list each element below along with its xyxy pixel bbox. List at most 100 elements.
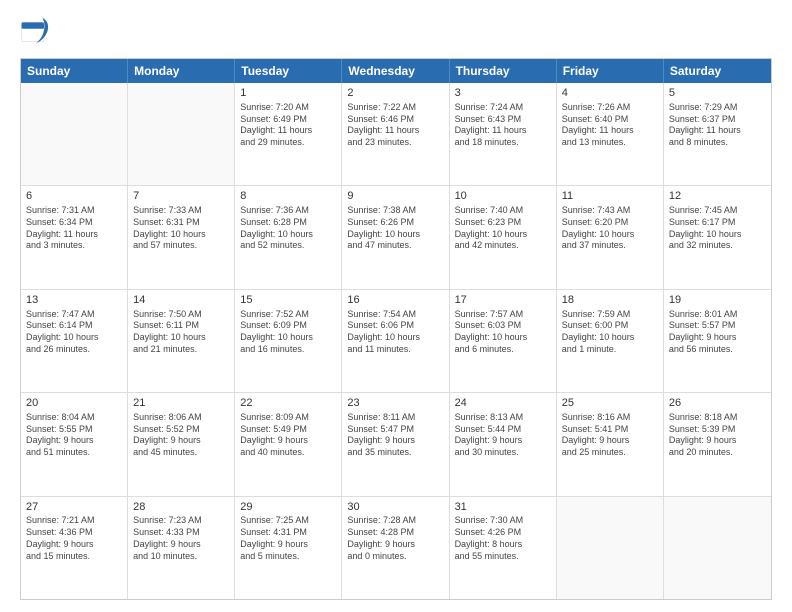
- day-number: 2: [347, 86, 443, 101]
- day-cell-30: 30Sunrise: 7:28 AM Sunset: 4:28 PM Dayli…: [342, 497, 449, 599]
- day-number: 17: [455, 293, 551, 308]
- day-cell-6: 6Sunrise: 7:31 AM Sunset: 6:34 PM Daylig…: [21, 186, 128, 288]
- day-cell-11: 11Sunrise: 7:43 AM Sunset: 6:20 PM Dayli…: [557, 186, 664, 288]
- day-number: 16: [347, 293, 443, 308]
- day-number: 1: [240, 86, 336, 101]
- day-number: 21: [133, 396, 229, 411]
- calendar-body: 1Sunrise: 7:20 AM Sunset: 6:49 PM Daylig…: [21, 83, 771, 599]
- day-number: 13: [26, 293, 122, 308]
- day-cell-1: 1Sunrise: 7:20 AM Sunset: 6:49 PM Daylig…: [235, 83, 342, 185]
- day-cell-5: 5Sunrise: 7:29 AM Sunset: 6:37 PM Daylig…: [664, 83, 771, 185]
- day-info: Sunrise: 8:04 AM Sunset: 5:55 PM Dayligh…: [26, 412, 122, 459]
- day-info: Sunrise: 7:23 AM Sunset: 4:33 PM Dayligh…: [133, 515, 229, 562]
- calendar-week-5: 27Sunrise: 7:21 AM Sunset: 4:36 PM Dayli…: [21, 497, 771, 599]
- calendar-week-1: 1Sunrise: 7:20 AM Sunset: 6:49 PM Daylig…: [21, 83, 771, 186]
- day-info: Sunrise: 8:11 AM Sunset: 5:47 PM Dayligh…: [347, 412, 443, 459]
- day-cell-10: 10Sunrise: 7:40 AM Sunset: 6:23 PM Dayli…: [450, 186, 557, 288]
- day-header-saturday: Saturday: [664, 59, 771, 83]
- day-cell-21: 21Sunrise: 8:06 AM Sunset: 5:52 PM Dayli…: [128, 393, 235, 495]
- day-number: 18: [562, 293, 658, 308]
- day-number: 3: [455, 86, 551, 101]
- day-cell-18: 18Sunrise: 7:59 AM Sunset: 6:00 PM Dayli…: [557, 290, 664, 392]
- day-header-sunday: Sunday: [21, 59, 128, 83]
- day-number: 8: [240, 189, 336, 204]
- day-number: 6: [26, 189, 122, 204]
- day-number: 20: [26, 396, 122, 411]
- day-info: Sunrise: 7:50 AM Sunset: 6:11 PM Dayligh…: [133, 309, 229, 356]
- day-info: Sunrise: 7:38 AM Sunset: 6:26 PM Dayligh…: [347, 205, 443, 252]
- day-cell-19: 19Sunrise: 8:01 AM Sunset: 5:57 PM Dayli…: [664, 290, 771, 392]
- day-info: Sunrise: 8:18 AM Sunset: 5:39 PM Dayligh…: [669, 412, 766, 459]
- day-cell-25: 25Sunrise: 8:16 AM Sunset: 5:41 PM Dayli…: [557, 393, 664, 495]
- day-cell-23: 23Sunrise: 8:11 AM Sunset: 5:47 PM Dayli…: [342, 393, 449, 495]
- day-number: 30: [347, 500, 443, 515]
- day-info: Sunrise: 7:33 AM Sunset: 6:31 PM Dayligh…: [133, 205, 229, 252]
- day-number: 24: [455, 396, 551, 411]
- calendar-header: SundayMondayTuesdayWednesdayThursdayFrid…: [21, 59, 771, 83]
- day-number: 22: [240, 396, 336, 411]
- day-info: Sunrise: 7:22 AM Sunset: 6:46 PM Dayligh…: [347, 102, 443, 149]
- day-info: Sunrise: 8:09 AM Sunset: 5:49 PM Dayligh…: [240, 412, 336, 459]
- day-info: Sunrise: 7:47 AM Sunset: 6:14 PM Dayligh…: [26, 309, 122, 356]
- day-info: Sunrise: 7:26 AM Sunset: 6:40 PM Dayligh…: [562, 102, 658, 149]
- day-info: Sunrise: 7:52 AM Sunset: 6:09 PM Dayligh…: [240, 309, 336, 356]
- day-header-monday: Monday: [128, 59, 235, 83]
- day-number: 28: [133, 500, 229, 515]
- day-number: 15: [240, 293, 336, 308]
- logo-icon: [20, 16, 52, 48]
- day-cell-8: 8Sunrise: 7:36 AM Sunset: 6:28 PM Daylig…: [235, 186, 342, 288]
- day-number: 14: [133, 293, 229, 308]
- day-cell-22: 22Sunrise: 8:09 AM Sunset: 5:49 PM Dayli…: [235, 393, 342, 495]
- day-info: Sunrise: 7:36 AM Sunset: 6:28 PM Dayligh…: [240, 205, 336, 252]
- day-header-thursday: Thursday: [450, 59, 557, 83]
- day-info: Sunrise: 7:45 AM Sunset: 6:17 PM Dayligh…: [669, 205, 766, 252]
- day-number: 12: [669, 189, 766, 204]
- day-info: Sunrise: 8:16 AM Sunset: 5:41 PM Dayligh…: [562, 412, 658, 459]
- calendar-week-2: 6Sunrise: 7:31 AM Sunset: 6:34 PM Daylig…: [21, 186, 771, 289]
- day-info: Sunrise: 7:43 AM Sunset: 6:20 PM Dayligh…: [562, 205, 658, 252]
- day-header-friday: Friday: [557, 59, 664, 83]
- day-number: 25: [562, 396, 658, 411]
- day-cell-empty: [128, 83, 235, 185]
- day-cell-29: 29Sunrise: 7:25 AM Sunset: 4:31 PM Dayli…: [235, 497, 342, 599]
- day-info: Sunrise: 7:29 AM Sunset: 6:37 PM Dayligh…: [669, 102, 766, 149]
- day-number: 11: [562, 189, 658, 204]
- day-cell-3: 3Sunrise: 7:24 AM Sunset: 6:43 PM Daylig…: [450, 83, 557, 185]
- day-info: Sunrise: 7:28 AM Sunset: 4:28 PM Dayligh…: [347, 515, 443, 562]
- day-number: 5: [669, 86, 766, 101]
- day-info: Sunrise: 7:21 AM Sunset: 4:36 PM Dayligh…: [26, 515, 122, 562]
- day-info: Sunrise: 7:57 AM Sunset: 6:03 PM Dayligh…: [455, 309, 551, 356]
- day-info: Sunrise: 7:20 AM Sunset: 6:49 PM Dayligh…: [240, 102, 336, 149]
- day-info: Sunrise: 8:06 AM Sunset: 5:52 PM Dayligh…: [133, 412, 229, 459]
- day-info: Sunrise: 7:59 AM Sunset: 6:00 PM Dayligh…: [562, 309, 658, 356]
- day-cell-empty: [557, 497, 664, 599]
- day-cell-empty: [21, 83, 128, 185]
- day-info: Sunrise: 7:24 AM Sunset: 6:43 PM Dayligh…: [455, 102, 551, 149]
- day-cell-20: 20Sunrise: 8:04 AM Sunset: 5:55 PM Dayli…: [21, 393, 128, 495]
- logo: [20, 16, 56, 48]
- day-number: 27: [26, 500, 122, 515]
- day-info: Sunrise: 8:01 AM Sunset: 5:57 PM Dayligh…: [669, 309, 766, 356]
- day-cell-17: 17Sunrise: 7:57 AM Sunset: 6:03 PM Dayli…: [450, 290, 557, 392]
- day-header-wednesday: Wednesday: [342, 59, 449, 83]
- page-header: [20, 16, 772, 48]
- day-header-tuesday: Tuesday: [235, 59, 342, 83]
- day-cell-15: 15Sunrise: 7:52 AM Sunset: 6:09 PM Dayli…: [235, 290, 342, 392]
- day-number: 31: [455, 500, 551, 515]
- day-number: 26: [669, 396, 766, 411]
- day-info: Sunrise: 7:25 AM Sunset: 4:31 PM Dayligh…: [240, 515, 336, 562]
- day-info: Sunrise: 7:30 AM Sunset: 4:26 PM Dayligh…: [455, 515, 551, 562]
- day-number: 29: [240, 500, 336, 515]
- day-cell-2: 2Sunrise: 7:22 AM Sunset: 6:46 PM Daylig…: [342, 83, 449, 185]
- day-cell-7: 7Sunrise: 7:33 AM Sunset: 6:31 PM Daylig…: [128, 186, 235, 288]
- day-cell-13: 13Sunrise: 7:47 AM Sunset: 6:14 PM Dayli…: [21, 290, 128, 392]
- day-cell-14: 14Sunrise: 7:50 AM Sunset: 6:11 PM Dayli…: [128, 290, 235, 392]
- day-cell-24: 24Sunrise: 8:13 AM Sunset: 5:44 PM Dayli…: [450, 393, 557, 495]
- day-cell-12: 12Sunrise: 7:45 AM Sunset: 6:17 PM Dayli…: [664, 186, 771, 288]
- day-number: 10: [455, 189, 551, 204]
- day-cell-31: 31Sunrise: 7:30 AM Sunset: 4:26 PM Dayli…: [450, 497, 557, 599]
- calendar-week-3: 13Sunrise: 7:47 AM Sunset: 6:14 PM Dayli…: [21, 290, 771, 393]
- day-cell-28: 28Sunrise: 7:23 AM Sunset: 4:33 PM Dayli…: [128, 497, 235, 599]
- day-info: Sunrise: 8:13 AM Sunset: 5:44 PM Dayligh…: [455, 412, 551, 459]
- calendar-page: SundayMondayTuesdayWednesdayThursdayFrid…: [0, 0, 792, 612]
